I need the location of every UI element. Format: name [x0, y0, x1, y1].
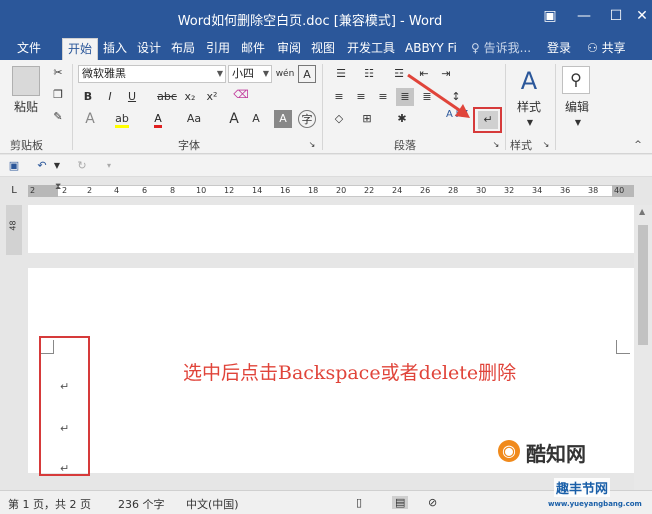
word-count[interactable]: 236 个字: [118, 496, 165, 512]
watermark-logo-text: 酷知网: [526, 442, 586, 466]
ruler-tick: 28: [448, 186, 459, 195]
vruler-tick: 48: [8, 220, 18, 231]
margin-corner-mark: [616, 340, 630, 354]
paragraph-mark[interactable]: ↵: [60, 380, 69, 393]
ruler-tick: 14: [252, 186, 263, 195]
watermark-url: www.yueyangbang.com: [548, 500, 642, 508]
indent-marker-icon[interactable]: ⧗: [55, 182, 61, 192]
customize-qat-icon[interactable]: ▾: [104, 157, 114, 175]
ruler-tick: 4: [114, 186, 120, 195]
paragraph-mark[interactable]: ↵: [60, 422, 69, 435]
read-mode-icon[interactable]: ▯: [356, 496, 362, 509]
chevron-down-icon[interactable]: ▼: [52, 157, 62, 175]
print-layout-icon[interactable]: ▤: [392, 496, 409, 509]
ruler-tick: 38: [588, 186, 599, 195]
ruler-tick: 36: [560, 186, 571, 195]
scroll-up-icon[interactable]: ▲: [639, 207, 645, 216]
annotation-instruction: 选中后点击Backspace或者delete删除: [183, 362, 517, 384]
ruler-tick: 6: [142, 186, 148, 195]
horizontal-ruler[interactable]: L 2 2 2 4 6 8 10 12 14 16 18 20 22 24 26…: [0, 180, 652, 202]
ruler-tick: 12: [224, 186, 235, 195]
ruler-tick: 22: [364, 186, 375, 195]
arrow-to-marks-line: [407, 73, 463, 114]
ruler-tick: 16: [280, 186, 291, 195]
ruler-tick: 20: [336, 186, 347, 195]
ruler-tick: 30: [476, 186, 487, 195]
ruler-tick: 40: [614, 186, 625, 195]
scroll-thumb[interactable]: [638, 225, 648, 345]
ruler-tick: 24: [392, 186, 403, 195]
vertical-scrollbar[interactable]: ▲: [634, 205, 652, 490]
ruler-tick: 10: [196, 186, 207, 195]
redo-icon[interactable]: ↻: [74, 157, 90, 175]
paragraph-mark[interactable]: ↵: [60, 462, 69, 475]
arrowhead-icon: [455, 104, 470, 118]
web-layout-icon[interactable]: ⊘: [428, 496, 437, 509]
ruler-tick: 34: [532, 186, 543, 195]
ruler-tick: 2: [30, 186, 36, 195]
ruler-tick: 18: [308, 186, 319, 195]
save-icon[interactable]: ▣: [6, 157, 22, 175]
ruler-tick: 32: [504, 186, 515, 195]
ruler-tick: 26: [420, 186, 431, 195]
watermark-logo-icon: ◉: [498, 440, 520, 462]
vertical-ruler[interactable]: 48: [6, 205, 22, 255]
tab-stop-selector-icon[interactable]: L: [6, 182, 22, 200]
ruler-tick: 2: [62, 186, 68, 195]
ruler-tick: 2: [87, 186, 93, 195]
undo-icon[interactable]: ↶: [34, 157, 50, 175]
ruler-tick: 8: [170, 186, 176, 195]
quick-access-toolbar: ▣ ↶ ▼ ↻ ▾: [0, 155, 652, 177]
document-page-1[interactable]: [28, 205, 634, 253]
page-count[interactable]: 第 1 页，共 2 页: [8, 496, 91, 512]
language-indicator[interactable]: 中文(中国): [186, 496, 239, 512]
watermark-site-text: 趣丰节网: [554, 478, 611, 497]
selected-marks-highlight: [39, 336, 90, 476]
